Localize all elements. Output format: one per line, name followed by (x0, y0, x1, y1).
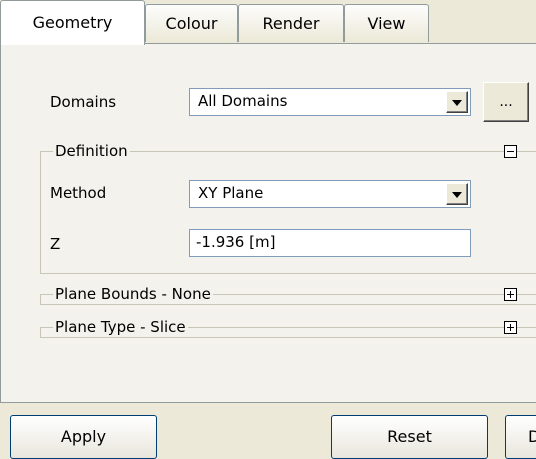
partial-button[interactable]: D (505, 415, 536, 459)
domains-value: All Domains (198, 92, 288, 110)
definition-legend: Definition (53, 142, 130, 160)
plane-type-group-bottom (40, 337, 536, 338)
expand-icon[interactable] (504, 288, 517, 301)
reset-button[interactable]: Reset (331, 415, 488, 459)
dropdown-arrow-icon[interactable] (446, 91, 468, 113)
tab-geometry[interactable]: Geometry (0, 0, 145, 45)
dropdown-arrow-icon[interactable] (446, 183, 468, 205)
plane-bounds-group-left (40, 294, 41, 304)
plane-bounds-legend: Plane Bounds - None (53, 285, 213, 303)
tab-render[interactable]: Render (238, 4, 344, 42)
tab-view[interactable]: View (344, 4, 429, 42)
z-label: Z (50, 235, 61, 253)
apply-button[interactable]: Apply (10, 415, 157, 459)
plane-type-group-left (40, 327, 41, 337)
expand-icon[interactable] (504, 321, 517, 334)
definition-group-bottom (40, 273, 536, 274)
definition-group-left (40, 151, 41, 273)
plane-bounds-group-bottom (40, 304, 536, 305)
method-label: Method (50, 184, 107, 202)
z-value: -1.936 [m] (196, 233, 276, 251)
tab-colour[interactable]: Colour (145, 4, 238, 42)
collapse-icon[interactable] (504, 145, 517, 158)
method-select[interactable]: XY Plane (189, 180, 471, 208)
domains-label: Domains (50, 93, 117, 111)
domains-browse-button[interactable]: ... (483, 82, 529, 122)
plane-type-legend: Plane Type - Slice (53, 318, 188, 336)
domains-select[interactable]: All Domains (189, 88, 471, 116)
z-input[interactable]: -1.936 [m] (189, 229, 471, 257)
method-value: XY Plane (198, 184, 264, 202)
